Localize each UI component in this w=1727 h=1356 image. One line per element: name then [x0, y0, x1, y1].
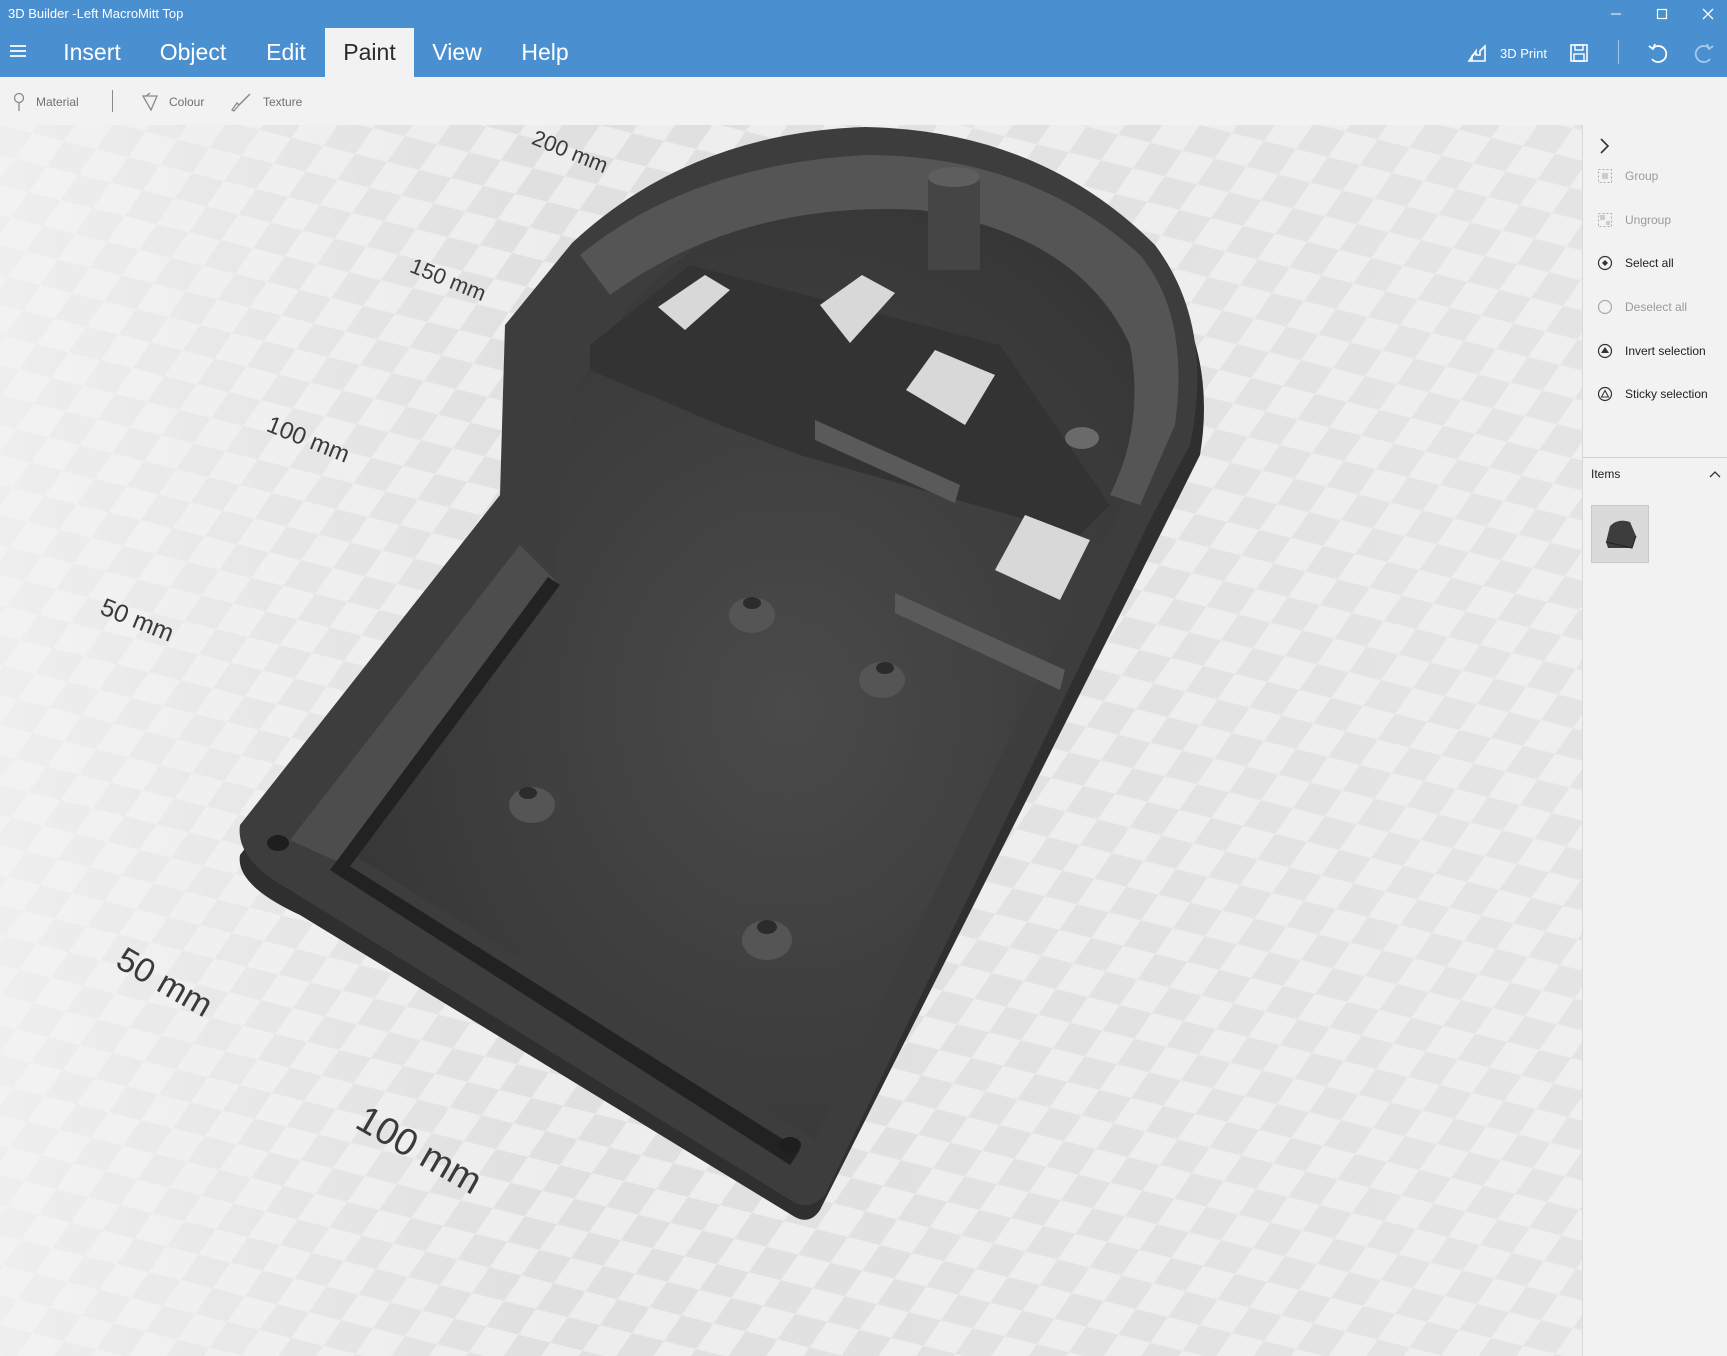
corner-hole — [779, 1137, 801, 1153]
sticky-selection-button[interactable]: Sticky selection — [1597, 383, 1708, 405]
invert-selection-button[interactable]: Invert selection — [1597, 340, 1706, 362]
paint-toolbar: Material Colour Texture — [0, 77, 1727, 125]
texture-label: Texture — [263, 95, 303, 109]
standoff — [876, 662, 894, 674]
tab-label: View — [432, 39, 482, 65]
menu-button[interactable] — [8, 40, 30, 62]
redo-button[interactable] — [1694, 37, 1716, 69]
3d-print-button[interactable]: 3D Print — [1466, 37, 1547, 69]
item-thumbnail[interactable] — [1591, 505, 1649, 563]
toolbar-divider — [112, 90, 113, 112]
group-icon — [1598, 169, 1612, 183]
scene-canvas — [0, 125, 1582, 1356]
maximize-button[interactable] — [1639, 0, 1685, 28]
standoff — [757, 920, 777, 934]
ungroup-label: Ungroup — [1625, 213, 1672, 227]
select-all-button[interactable]: Select all — [1597, 252, 1674, 274]
items-header-label: Items — [1591, 467, 1621, 481]
invert-selection-label: Invert selection — [1625, 344, 1706, 358]
minimize-icon — [1611, 13, 1621, 15]
tab-label: Paint — [343, 39, 396, 65]
window-title: 3D Builder -Left MacroMitt Top — [8, 6, 184, 21]
ribbon: Insert Object Edit Paint View Help 3D Pr… — [0, 28, 1727, 77]
sticky-selection-label: Sticky selection — [1625, 387, 1708, 401]
paint-bucket-icon — [141, 92, 158, 112]
standoff — [743, 597, 761, 609]
tab-insert[interactable]: Insert — [50, 28, 134, 77]
standoff — [519, 787, 537, 799]
save-icon — [1570, 44, 1588, 62]
undo-icon — [1648, 43, 1668, 63]
minimize-button[interactable] — [1593, 0, 1639, 28]
collapse-panel-button[interactable] — [1597, 123, 1623, 154]
deselect-all-label: Deselect all — [1625, 300, 1688, 314]
ungroup-icon — [1598, 213, 1612, 227]
redo-icon — [1694, 43, 1714, 63]
deselect-all-button[interactable]: Deselect all — [1597, 296, 1687, 318]
close-button[interactable] — [1685, 0, 1727, 28]
maximize-icon — [1656, 8, 1668, 20]
close-icon — [1702, 8, 1714, 20]
mounting-post — [928, 175, 980, 270]
chevron-up-icon — [1709, 471, 1721, 478]
3d-print-label: 3D Print — [1500, 45, 1547, 61]
tab-view[interactable]: View — [420, 28, 494, 77]
hamburger-icon — [10, 45, 26, 57]
undo-button[interactable] — [1646, 37, 1668, 69]
tab-paint[interactable]: Paint — [325, 28, 414, 77]
select-all-label: Select all — [1625, 256, 1674, 270]
ribbon-divider — [1618, 40, 1619, 64]
group-button[interactable]: Group — [1597, 165, 1658, 187]
3d-viewport[interactable]: 200 mm 150 mm 100 mm 50 mm 50 mm 100 mm — [0, 125, 1582, 1356]
model-thumbnail-icon — [1605, 520, 1637, 549]
ungroup-button[interactable]: Ungroup — [1597, 209, 1671, 231]
tab-label: Insert — [63, 39, 121, 65]
deselect-all-icon — [1597, 299, 1613, 315]
colour-label: Colour — [169, 95, 205, 109]
socket — [1065, 427, 1099, 449]
tab-edit[interactable]: Edit — [254, 28, 318, 77]
printer-3d-icon — [1467, 44, 1486, 62]
tab-object[interactable]: Object — [146, 28, 240, 77]
save-button[interactable] — [1568, 37, 1590, 69]
material-icon — [13, 92, 25, 111]
invert-selection-icon — [1597, 343, 1613, 359]
corner-hole — [267, 835, 289, 851]
tab-label: Object — [159, 39, 227, 65]
tab-label: Edit — [266, 39, 306, 65]
tab-label: Help — [521, 39, 569, 65]
mounting-post — [928, 167, 980, 187]
material-label: Material — [36, 95, 79, 109]
material-button[interactable]: Material — [12, 91, 79, 113]
select-all-icon — [1597, 255, 1613, 271]
chevron-right-icon — [1600, 138, 1610, 154]
sticky-selection-icon — [1597, 386, 1613, 402]
brush-icon — [231, 93, 251, 112]
panel-divider — [1583, 457, 1727, 458]
selection-panel: Group Ungroup Select all Deselect all In… — [1582, 125, 1727, 1356]
group-label: Group — [1625, 169, 1659, 183]
texture-button[interactable]: Texture — [231, 91, 302, 113]
colour-button[interactable]: Colour — [141, 91, 204, 113]
title-bar: 3D Builder -Left MacroMitt Top — [0, 0, 1727, 28]
items-header[interactable]: Items — [1591, 467, 1721, 481]
tab-help[interactable]: Help — [508, 28, 582, 77]
